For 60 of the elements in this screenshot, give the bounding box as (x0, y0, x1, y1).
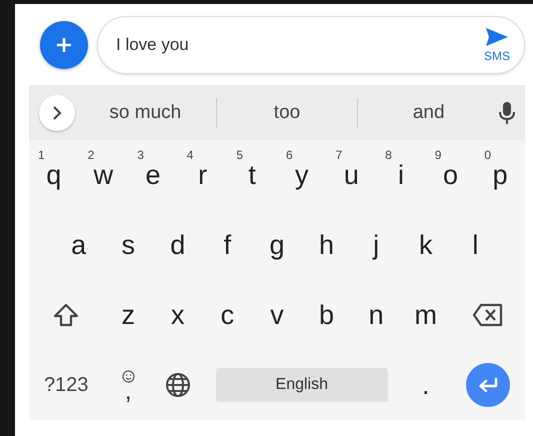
letter-key[interactable]: c (214, 300, 240, 330)
comma-key[interactable]: , (116, 370, 141, 400)
number-hint: 1 (38, 148, 45, 162)
chevron-right-icon (52, 106, 62, 120)
period-key[interactable]: . (416, 370, 436, 400)
return-arrow-icon (476, 377, 499, 393)
shift-icon (53, 302, 80, 328)
letter-key[interactable]: e (139, 160, 166, 190)
add-button[interactable] (40, 20, 88, 68)
letter-key[interactable]: g (263, 230, 290, 260)
letter-key[interactable]: n (362, 300, 390, 330)
space-bar[interactable]: English (216, 368, 388, 402)
smiley-icon (122, 370, 135, 382)
letter-key[interactable]: u (338, 160, 365, 190)
letter-key[interactable]: v (264, 300, 290, 330)
letter-key[interactable]: h (313, 230, 340, 260)
plus-icon (55, 36, 73, 54)
letter-key[interactable]: w (88, 160, 120, 190)
letter-key[interactable]: y (289, 160, 315, 190)
symbols-key[interactable]: ?123 (38, 374, 94, 396)
expand-button[interactable] (39, 94, 75, 130)
letter-key[interactable]: i (392, 160, 410, 190)
number-hint: 3 (137, 148, 144, 162)
suggestion[interactable]: so much (75, 102, 216, 124)
suggestion[interactable]: and (358, 102, 500, 124)
number-hint: 8 (385, 148, 392, 162)
letter-key[interactable]: m (408, 300, 443, 330)
backspace-icon (472, 303, 504, 327)
letter-key[interactable]: z (115, 300, 141, 330)
send-icon (484, 26, 509, 46)
letter-key[interactable]: l (466, 230, 484, 260)
letter-key[interactable]: x (165, 300, 191, 330)
language-key[interactable] (164, 372, 191, 398)
letter-key[interactable]: j (367, 230, 386, 260)
letter-key[interactable]: a (65, 230, 92, 260)
letter-key[interactable]: b (313, 300, 340, 330)
backspace-key[interactable] (472, 303, 504, 327)
number-hint: 7 (336, 148, 342, 162)
letter-key[interactable]: o (437, 160, 464, 190)
number-hint: 6 (286, 148, 293, 162)
enter-key[interactable] (466, 363, 510, 407)
letter-key[interactable]: p (486, 160, 514, 190)
letter-key[interactable]: k (413, 230, 438, 260)
message-field[interactable]: I love you SMS (97, 16, 525, 74)
send-button[interactable]: SMS (484, 26, 510, 62)
globe-icon (164, 372, 191, 398)
number-hint: 5 (236, 148, 244, 162)
number-hint: 2 (88, 148, 94, 162)
letter-key[interactable]: t (242, 160, 262, 190)
letter-key[interactable]: q (40, 160, 68, 190)
number-hint: 4 (186, 148, 194, 162)
letter-key[interactable]: f (218, 230, 238, 260)
letter-key[interactable]: s (115, 230, 141, 260)
suggestion[interactable]: too (216, 102, 358, 124)
letter-key[interactable]: r (192, 160, 214, 190)
number-hint: 0 (484, 148, 492, 162)
number-hint: 9 (434, 148, 442, 162)
letter-key[interactable]: d (164, 230, 192, 260)
microphone-icon (499, 100, 515, 124)
shift-key[interactable] (53, 302, 80, 328)
